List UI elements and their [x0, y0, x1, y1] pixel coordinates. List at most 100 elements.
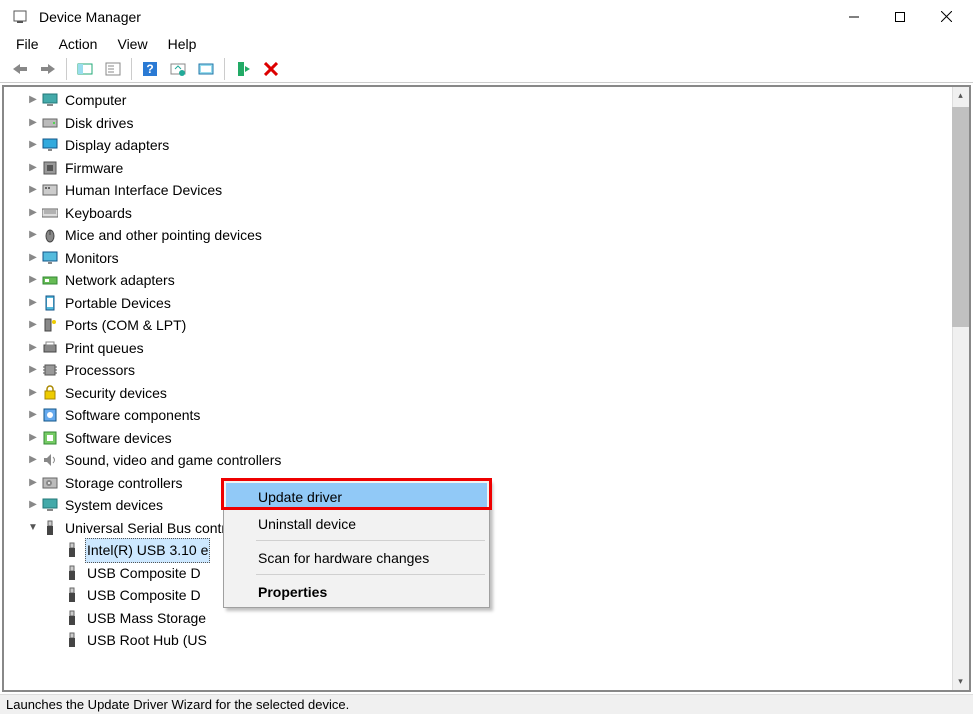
- ctx-update-driver[interactable]: Update driver: [226, 483, 487, 510]
- app-icon: [12, 9, 28, 25]
- security-icon: [42, 385, 58, 401]
- disk-icon: [42, 115, 58, 131]
- usb-icon: [64, 542, 80, 558]
- tree-node[interactable]: ▶ Monitors: [26, 247, 969, 270]
- tree-node[interactable]: ▶ Software devices: [26, 427, 969, 450]
- tree-node[interactable]: ▶ Human Interface Devices: [26, 179, 969, 202]
- ctx-separator: [256, 540, 485, 541]
- tree-node-label: Monitors: [63, 246, 121, 271]
- maximize-button[interactable]: [877, 0, 923, 33]
- ports-icon: [42, 317, 58, 333]
- back-button[interactable]: [7, 57, 33, 81]
- show-hide-console-button[interactable]: [72, 57, 98, 81]
- usb-icon: [64, 610, 80, 626]
- tree-node-label: Security devices: [63, 381, 169, 406]
- chevron-right-icon[interactable]: ▶: [26, 292, 40, 315]
- tree-child-node[interactable]: USB Composite D: [48, 584, 969, 607]
- tree-node-label: Portable Devices: [63, 291, 173, 316]
- chevron-right-icon[interactable]: ▶: [26, 89, 40, 112]
- chevron-right-icon[interactable]: ▶: [26, 404, 40, 427]
- update-driver-button[interactable]: [193, 57, 219, 81]
- scroll-thumb[interactable]: [952, 107, 969, 327]
- tree-node[interactable]: ▶ Portable Devices: [26, 292, 969, 315]
- close-button[interactable]: [923, 0, 969, 33]
- chevron-right-icon[interactable]: ▶: [26, 269, 40, 292]
- chevron-right-icon[interactable]: ▶: [26, 359, 40, 382]
- chevron-right-icon[interactable]: ▶: [26, 112, 40, 135]
- tree-node-label: Computer: [63, 88, 128, 113]
- scroll-up-button[interactable]: ▴: [952, 87, 969, 104]
- help-button[interactable]: ?: [137, 57, 163, 81]
- tree-node[interactable]: ▶Firmware: [26, 157, 969, 180]
- tree-node[interactable]: ▶Software components: [26, 404, 969, 427]
- network-icon: [42, 272, 58, 288]
- scroll-down-button[interactable]: ▾: [952, 673, 969, 690]
- tree-child-node[interactable]: USB Root Hub (US: [48, 629, 969, 652]
- scrollbar-vertical[interactable]: ▴ ▾: [952, 87, 969, 690]
- menubar: File Action View Help: [0, 33, 973, 55]
- tree-node-label: Human Interface Devices: [63, 178, 224, 203]
- tree-node-label: Storage controllers: [63, 471, 185, 496]
- chevron-right-icon[interactable]: ▶: [26, 179, 40, 202]
- statusbar: Launches the Update Driver Wizard for th…: [0, 694, 973, 714]
- tree-node[interactable]: ▶ Security devices: [26, 382, 969, 405]
- forward-button[interactable]: [35, 57, 61, 81]
- chevron-right-icon[interactable]: ▶: [26, 314, 40, 337]
- chevron-right-icon[interactable]: ▶: [26, 337, 40, 360]
- menu-view[interactable]: View: [107, 34, 157, 54]
- tree-node[interactable]: ▶Keyboards: [26, 202, 969, 225]
- minimize-button[interactable]: [831, 0, 877, 33]
- chevron-right-icon[interactable]: ▶: [26, 247, 40, 270]
- tree-node[interactable]: ▶Processors: [26, 359, 969, 382]
- firmware-icon: [42, 160, 58, 176]
- tree-node-label: USB Mass Storage: [85, 606, 208, 631]
- tree-node-label: Disk drives: [63, 111, 135, 136]
- tree-node-label: USB Root Hub (US: [85, 628, 209, 653]
- ctx-uninstall-device[interactable]: Uninstall device: [226, 510, 487, 537]
- chevron-right-icon[interactable]: ▶: [26, 472, 40, 495]
- tree-node[interactable]: ▶Network adapters: [26, 269, 969, 292]
- chevron-right-icon[interactable]: ▶: [26, 224, 40, 247]
- tree-child-node[interactable]: Intel(R) USB 3.10 e: [48, 539, 969, 562]
- menu-file[interactable]: File: [6, 34, 49, 54]
- chevron-right-icon[interactable]: ▶: [26, 449, 40, 472]
- chevron-right-icon[interactable]: ▶: [26, 157, 40, 180]
- ctx-scan-hardware[interactable]: Scan for hardware changes: [226, 544, 487, 571]
- chevron-down-icon[interactable]: ▼: [26, 517, 40, 540]
- menu-action[interactable]: Action: [49, 34, 108, 54]
- tree-node[interactable]: ▶System devices: [26, 494, 969, 517]
- toolbar-divider: [66, 58, 67, 80]
- chevron-right-icon[interactable]: ▶: [26, 494, 40, 517]
- scan-hardware-button[interactable]: [165, 57, 191, 81]
- chevron-right-icon[interactable]: ▶: [26, 134, 40, 157]
- context-menu: Update driver Uninstall device Scan for …: [223, 480, 490, 608]
- tree-node[interactable]: ▶ Storage controllers: [26, 472, 969, 495]
- swdev-icon: [42, 430, 58, 446]
- tree-node[interactable]: ▶Mice and other pointing devices: [26, 224, 969, 247]
- uninstall-button[interactable]: [258, 57, 284, 81]
- tree-node-label: Software devices: [63, 426, 174, 451]
- properties-button[interactable]: [100, 57, 126, 81]
- tree-node-usb[interactable]: ▼Universal Serial Bus controllers: [26, 517, 969, 540]
- tree-node-label: Display adapters: [63, 133, 171, 158]
- tree-node[interactable]: ▶ Disk drives: [26, 112, 969, 135]
- portable-icon: [42, 295, 58, 311]
- toolbar: ?: [0, 55, 973, 83]
- tree-node[interactable]: ▶Ports (COM & LPT): [26, 314, 969, 337]
- menu-help[interactable]: Help: [158, 34, 207, 54]
- enable-device-button[interactable]: [230, 57, 256, 81]
- tree-node-label: USB Composite D: [85, 561, 203, 586]
- tree-node[interactable]: ▶Print queues: [26, 337, 969, 360]
- chevron-right-icon[interactable]: ▶: [26, 382, 40, 405]
- tree-node[interactable]: ▶ Display adapters: [26, 134, 969, 157]
- tree-child-node[interactable]: USB Mass Storage: [48, 607, 969, 630]
- tree-child-node[interactable]: USB Composite D: [48, 562, 969, 585]
- chevron-right-icon[interactable]: ▶: [26, 427, 40, 450]
- chevron-right-icon[interactable]: ▶: [26, 202, 40, 225]
- tree-node[interactable]: ▶ Sound, video and game controllers: [26, 449, 969, 472]
- tree-node[interactable]: ▶ Computer: [26, 89, 969, 112]
- storage-icon: [42, 475, 58, 491]
- ctx-properties[interactable]: Properties: [226, 578, 487, 605]
- print-icon: [42, 340, 58, 356]
- tree-node-label: Sound, video and game controllers: [63, 448, 283, 473]
